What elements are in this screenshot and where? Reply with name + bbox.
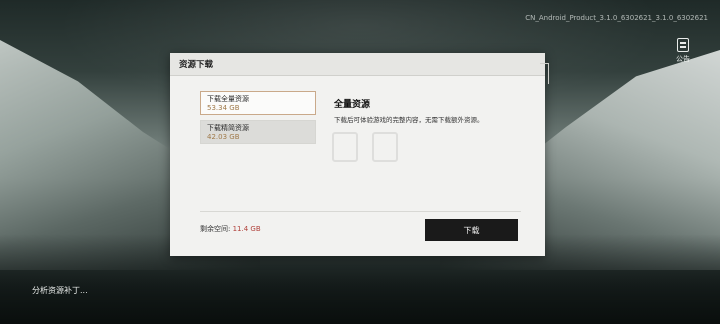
divider [200, 211, 521, 212]
loading-status: 分析资源补丁... [32, 286, 88, 295]
version-text: CN_Android_Product_3.1.0_6302621_3.1.0_6… [525, 14, 708, 22]
dialog-header: 资源下载 [170, 53, 545, 76]
download-button[interactable]: 下载 [425, 219, 518, 241]
option-name: 下载全量资源 [207, 95, 249, 103]
detail-title: 全量资源 [334, 100, 371, 110]
option-lite-resources[interactable]: 下载精简资源 42.03 GB [200, 120, 316, 144]
option-name: 下载精简资源 [207, 124, 249, 132]
notice-board-icon [677, 38, 689, 52]
resource-download-dialog: 资源下载 下载全量资源 53.34 GB 下载精简资源 42.03 GB 全量资… [170, 53, 549, 256]
space-value: 11.4 GB [232, 225, 261, 233]
option-size: 53.34 GB [207, 104, 240, 112]
remaining-space: 剩余空间: 11.4 GB [200, 224, 261, 234]
option-full-resources[interactable]: 下载全量资源 53.34 GB [200, 91, 316, 115]
notice-button[interactable]: 公告 [668, 38, 698, 64]
detail-description: 下载后可体验游戏的完整内容，无需下载额外资源。 [334, 116, 484, 124]
option-size: 42.03 GB [207, 133, 240, 141]
notice-label: 公告 [676, 55, 690, 63]
space-label: 剩余空间: [200, 225, 231, 233]
watermark-logo [320, 129, 410, 165]
dialog-corner-decoration [540, 63, 549, 84]
dialog-title: 资源下载 [179, 60, 214, 70]
